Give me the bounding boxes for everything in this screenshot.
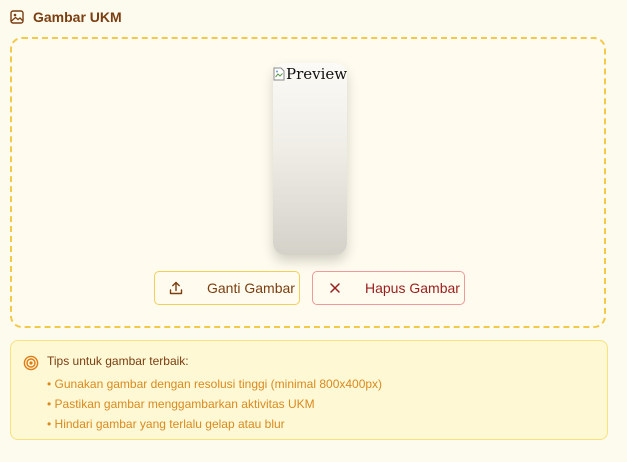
upload-icon bbox=[169, 281, 183, 295]
tip-item: • Pastikan gambar menggambarkan aktivita… bbox=[47, 397, 315, 411]
remove-image-label: Hapus Gambar bbox=[365, 280, 460, 296]
close-icon bbox=[328, 281, 342, 295]
tip-item: • Gunakan gambar dengan resolusi tinggi … bbox=[47, 377, 383, 391]
broken-image-icon bbox=[273, 67, 285, 81]
section-header: Gambar UKM bbox=[10, 9, 122, 25]
tips-box: Tips untuk gambar terbaik: • Gunakan gam… bbox=[10, 340, 608, 440]
tip-item: • Hindari gambar yang terlalu gelap atau… bbox=[47, 417, 285, 431]
target-icon bbox=[23, 355, 39, 371]
image-dropzone[interactable]: Preview Ganti Gambar Hapus Gambar bbox=[10, 37, 606, 328]
section-title: Gambar UKM bbox=[33, 9, 122, 25]
change-image-button[interactable]: Ganti Gambar bbox=[154, 271, 300, 305]
tips-title: Tips untuk gambar terbaik: bbox=[47, 354, 189, 368]
preview-alt-text: Preview bbox=[286, 65, 348, 83]
image-preview: Preview bbox=[273, 63, 347, 255]
remove-image-button[interactable]: Hapus Gambar bbox=[312, 271, 465, 305]
image-icon bbox=[10, 10, 24, 24]
broken-image-placeholder: Preview bbox=[273, 65, 347, 83]
tips-list: • Gunakan gambar dengan resolusi tinggi … bbox=[47, 374, 382, 434]
change-image-label: Ganti Gambar bbox=[207, 280, 295, 296]
